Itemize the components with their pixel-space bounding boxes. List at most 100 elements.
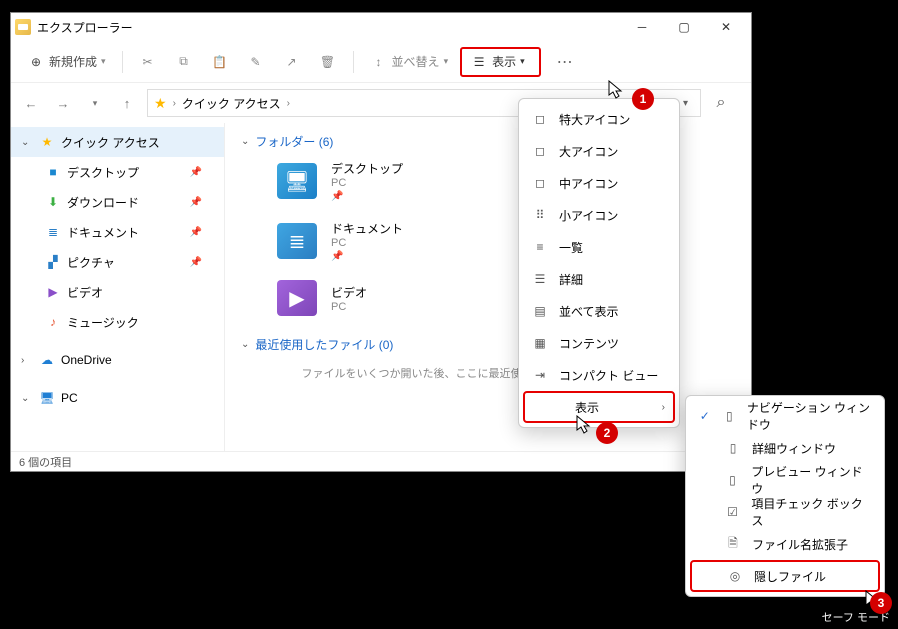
trash-icon: 🗑 bbox=[319, 53, 337, 71]
menu-large-icons[interactable]: ◻大アイコン bbox=[523, 135, 675, 167]
chevron-down-icon[interactable]: ▾ bbox=[683, 98, 688, 109]
video-folder-icon: ▶ bbox=[277, 280, 317, 316]
folder-meta: デスクトップ PC 📌 bbox=[331, 160, 403, 202]
folder-sub: PC bbox=[331, 237, 403, 249]
video-icon: ▶ bbox=[45, 284, 61, 300]
pin-icon: 📌 bbox=[190, 257, 202, 268]
back-button[interactable]: ← bbox=[19, 91, 43, 115]
forward-button[interactable]: → bbox=[51, 91, 75, 115]
star-icon: ★ bbox=[154, 95, 167, 112]
sidebar-item-pictures[interactable]: ▞ ピクチャ 📌 bbox=[11, 247, 224, 277]
document-folder-icon: ≣ bbox=[277, 223, 317, 259]
delete-button[interactable]: 🗑 bbox=[313, 47, 343, 77]
titlebar[interactable]: エクスプローラー ─ ▢ ✕ bbox=[11, 13, 751, 41]
sidebar-item-desktop[interactable]: ■ デスクトップ 📌 bbox=[11, 157, 224, 187]
search-icon: ⌕ bbox=[717, 94, 726, 112]
rename-icon: ✎ bbox=[247, 53, 265, 71]
sidebar-item-downloads[interactable]: ⬇ ダウンロード 📌 bbox=[11, 187, 224, 217]
clipboard-icon: 📋 bbox=[211, 53, 229, 71]
window-title: エクスプローラー bbox=[37, 19, 133, 36]
pin-icon: 📌 bbox=[190, 197, 202, 208]
rename-button[interactable]: ✎ bbox=[241, 47, 271, 77]
annotation-badge-3: 3 bbox=[870, 592, 892, 614]
icon-xl-icon: ◻ bbox=[531, 112, 549, 126]
menu-hidden-files[interactable]: ◎ 隠しファイル bbox=[690, 560, 880, 592]
download-icon: ⬇ bbox=[45, 194, 61, 210]
scissors-icon: ✂ bbox=[139, 53, 157, 71]
new-label: 新規作成 bbox=[49, 53, 97, 70]
new-button[interactable]: ⊕ 新規作成 ▾ bbox=[21, 47, 112, 77]
menu-content[interactable]: ▦ コンテンツ bbox=[523, 327, 675, 359]
menu-label: プレビュー ウィンドウ bbox=[751, 463, 872, 497]
minimize-button[interactable]: ─ bbox=[621, 14, 663, 40]
annotation-badge-2: 2 bbox=[596, 422, 618, 444]
cursor-icon bbox=[576, 415, 594, 437]
cut-button[interactable]: ✂ bbox=[133, 47, 163, 77]
sidebar-item-videos[interactable]: ▶ ビデオ bbox=[11, 277, 224, 307]
copy-button[interactable]: ⧉ bbox=[169, 47, 199, 77]
menu-extra-large-icons[interactable]: ◻特大アイコン bbox=[523, 103, 675, 135]
sidebar-pc[interactable]: ⌄ 🖥 PC bbox=[11, 383, 224, 413]
annotation-badge-1: 1 bbox=[632, 88, 654, 110]
search-button[interactable]: ⌕ bbox=[709, 91, 733, 115]
menu-label: 表示 bbox=[575, 399, 599, 416]
sidebar-item-music[interactable]: ♪ ミュージック bbox=[11, 307, 224, 337]
sidebar-item-documents[interactable]: ≣ ドキュメント 📌 bbox=[11, 217, 224, 247]
menu-preview-pane[interactable]: ▯ プレビュー ウィンドウ bbox=[690, 464, 880, 496]
toolbar: ⊕ 新規作成 ▾ ✂ ⧉ 📋 ✎ ↗ 🗑 ↕ 並べ替え ▾ ☰ 表示 ▾ ⋯ bbox=[11, 41, 751, 83]
sort-icon: ↕ bbox=[370, 53, 388, 71]
chevron-down-icon[interactable]: ⌄ bbox=[21, 393, 33, 404]
share-button[interactable]: ↗ bbox=[277, 47, 307, 77]
icon-md-icon: ◻ bbox=[531, 176, 549, 190]
menu-compact-view[interactable]: ⇥コンパクト ビュー bbox=[523, 359, 675, 391]
chevron-down-icon[interactable]: ⌄ bbox=[21, 137, 33, 148]
close-button[interactable]: ✕ bbox=[705, 14, 747, 40]
desktop-icon: ■ bbox=[45, 164, 61, 180]
up-button[interactable]: ↑ bbox=[115, 91, 139, 115]
checkbox-icon: ☑ bbox=[724, 505, 742, 519]
breadcrumb-sep: › bbox=[173, 98, 176, 109]
menu-file-extensions[interactable]: 🗎 ファイル名拡張子 bbox=[690, 528, 880, 560]
paste-button[interactable]: 📋 bbox=[205, 47, 235, 77]
menu-label: ナビゲーション ウィンドウ bbox=[747, 399, 872, 433]
pin-icon: 📌 bbox=[331, 191, 403, 202]
sort-button[interactable]: ↕ 並べ替え ▾ bbox=[364, 47, 455, 77]
sidebar-onedrive[interactable]: › ☁ OneDrive bbox=[11, 345, 224, 375]
sidebar-quick-access[interactable]: ⌄ ★ クイック アクセス bbox=[11, 127, 224, 157]
view-button[interactable]: ☰ 表示 ▾ bbox=[460, 47, 541, 77]
chevron-right-icon[interactable]: › bbox=[21, 355, 33, 366]
menu-label: 一覧 bbox=[559, 239, 583, 256]
menu-label: コンテンツ bbox=[559, 335, 619, 352]
window-buttons: ─ ▢ ✕ bbox=[621, 14, 747, 40]
chevron-down-icon[interactable]: ▾ bbox=[83, 91, 107, 115]
tiles-icon: ▤ bbox=[531, 304, 549, 318]
folder-meta: ドキュメント PC 📌 bbox=[331, 220, 403, 262]
content-icon: ▦ bbox=[531, 336, 549, 350]
more-button[interactable]: ⋯ bbox=[547, 47, 583, 77]
details-icon: ☰ bbox=[531, 272, 549, 286]
menu-medium-icons[interactable]: ◻中アイコン bbox=[523, 167, 675, 199]
pane-icon: ▯ bbox=[724, 441, 742, 455]
maximize-button[interactable]: ▢ bbox=[663, 14, 705, 40]
menu-label: 並べて表示 bbox=[559, 303, 619, 320]
menu-show-submenu[interactable]: 表示 › bbox=[523, 391, 675, 423]
sidebar-item-label: デスクトップ bbox=[67, 164, 139, 181]
breadcrumb-sep: › bbox=[287, 98, 290, 109]
breadcrumb-root[interactable]: クイック アクセス bbox=[182, 95, 281, 112]
menu-list[interactable]: ≡一覧 bbox=[523, 231, 675, 263]
pane-icon: ▯ bbox=[724, 473, 742, 487]
show-submenu: ✓ ▯ ナビゲーション ウィンドウ ▯ 詳細ウィンドウ ▯ プレビュー ウィンド… bbox=[685, 395, 885, 597]
menu-label: 小アイコン bbox=[559, 207, 618, 224]
menu-item-checkboxes[interactable]: ☑ 項目チェック ボックス bbox=[690, 496, 880, 528]
menu-tiles[interactable]: ▤ 並べて表示 bbox=[523, 295, 675, 327]
menu-details[interactable]: ☰詳細 bbox=[523, 263, 675, 295]
menu-navigation-pane[interactable]: ✓ ▯ ナビゲーション ウィンドウ bbox=[690, 400, 880, 432]
menu-small-icons[interactable]: ⠿小アイコン bbox=[523, 199, 675, 231]
file-icon: 🗎 bbox=[724, 534, 742, 555]
sidebar: ⌄ ★ クイック アクセス ■ デスクトップ 📌 ⬇ ダウンロード 📌 ≣ ドキ… bbox=[11, 123, 225, 451]
picture-icon: ▞ bbox=[45, 254, 61, 270]
chevron-down-icon: ▾ bbox=[520, 56, 525, 67]
desktop-folder-icon: 🖥 bbox=[277, 163, 317, 199]
pc-icon: 🖥 bbox=[39, 390, 55, 406]
menu-details-pane[interactable]: ▯ 詳細ウィンドウ bbox=[690, 432, 880, 464]
